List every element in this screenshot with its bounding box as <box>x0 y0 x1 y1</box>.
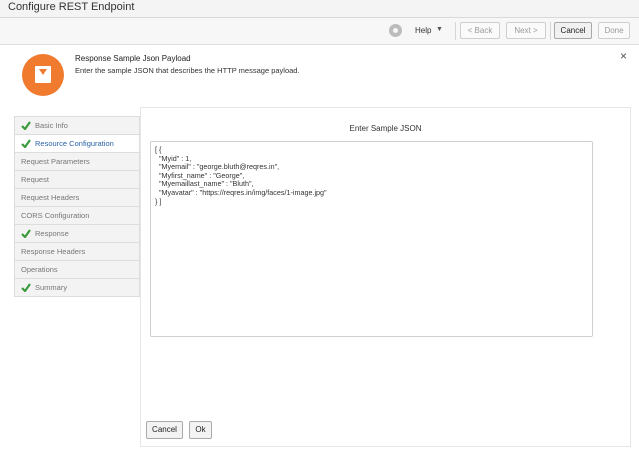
close-icon[interactable]: × <box>620 50 627 62</box>
checkmark-icon <box>21 139 31 148</box>
sidebar-item-response-headers[interactable]: Response Headers <box>15 243 139 261</box>
banner-title: Response Sample Json Payload <box>75 54 191 63</box>
ok-button[interactable]: Ok <box>189 421 212 439</box>
checkmark-icon <box>21 121 31 130</box>
cancel-button[interactable]: Cancel <box>554 22 592 39</box>
sidebar-item-label: Request <box>21 175 49 184</box>
sidebar-item-request-headers[interactable]: Request Headers <box>15 189 139 207</box>
sample-json-input[interactable] <box>150 141 593 337</box>
banner-subtitle: Enter the sample JSON that describes the… <box>75 66 300 75</box>
checkmark-icon <box>21 283 31 292</box>
sidebar-item-basic-info[interactable]: Basic Info <box>15 117 139 135</box>
info-banner: Response Sample Json Payload Enter the s… <box>8 46 631 102</box>
toolbar-divider <box>455 22 456 40</box>
panel-title: Enter Sample JSON <box>349 124 422 133</box>
sidebar-item-label: Operations <box>21 265 58 274</box>
back-button[interactable]: < Back <box>460 22 500 39</box>
sidebar-item-operations[interactable]: Operations <box>15 261 139 279</box>
response-badge-icon <box>22 54 64 96</box>
title-bar: Configure REST Endpoint <box>0 0 639 18</box>
next-button[interactable]: Next > <box>506 22 546 39</box>
toolbar-divider <box>550 22 551 40</box>
panel-cancel-button[interactable]: Cancel <box>146 421 183 439</box>
toolbar: Help ▼ < Back Next > Cancel Done <box>0 18 639 45</box>
sidebar-item-cors-configuration[interactable]: CORS Configuration <box>15 207 139 225</box>
sidebar-item-summary[interactable]: Summary <box>15 279 139 297</box>
sidebar-item-label: Response Headers <box>21 247 86 256</box>
done-button[interactable]: Done <box>598 22 630 39</box>
help-icon[interactable] <box>389 24 402 37</box>
sidebar-item-request[interactable]: Request <box>15 171 139 189</box>
chevron-down-icon[interactable]: ▼ <box>436 26 443 33</box>
sidebar-item-label: Summary <box>35 283 68 292</box>
sidebar-item-resource-configuration[interactable]: Resource Configuration <box>15 135 139 153</box>
help-menu-label[interactable]: Help <box>415 26 431 35</box>
wizard-steps: Basic Info Resource Configuration Request … <box>14 116 140 297</box>
sidebar-item-label: CORS Configuration <box>21 211 90 220</box>
json-panel: Enter Sample JSON Cancel Ok <box>140 107 631 447</box>
window-title: Configure REST Endpoint <box>8 1 135 13</box>
sidebar-item-label: Request Headers <box>21 193 80 202</box>
sidebar-item-label: Resource Configuration <box>35 139 114 148</box>
sidebar-item-request-parameters[interactable]: Request Parameters <box>15 153 139 171</box>
sidebar-item-label: Basic Info <box>35 121 68 130</box>
sidebar-item-label: Response <box>35 229 69 238</box>
sidebar-item-response[interactable]: Response <box>15 225 139 243</box>
checkmark-icon <box>21 229 31 238</box>
sidebar-item-label: Request Parameters <box>21 157 90 166</box>
